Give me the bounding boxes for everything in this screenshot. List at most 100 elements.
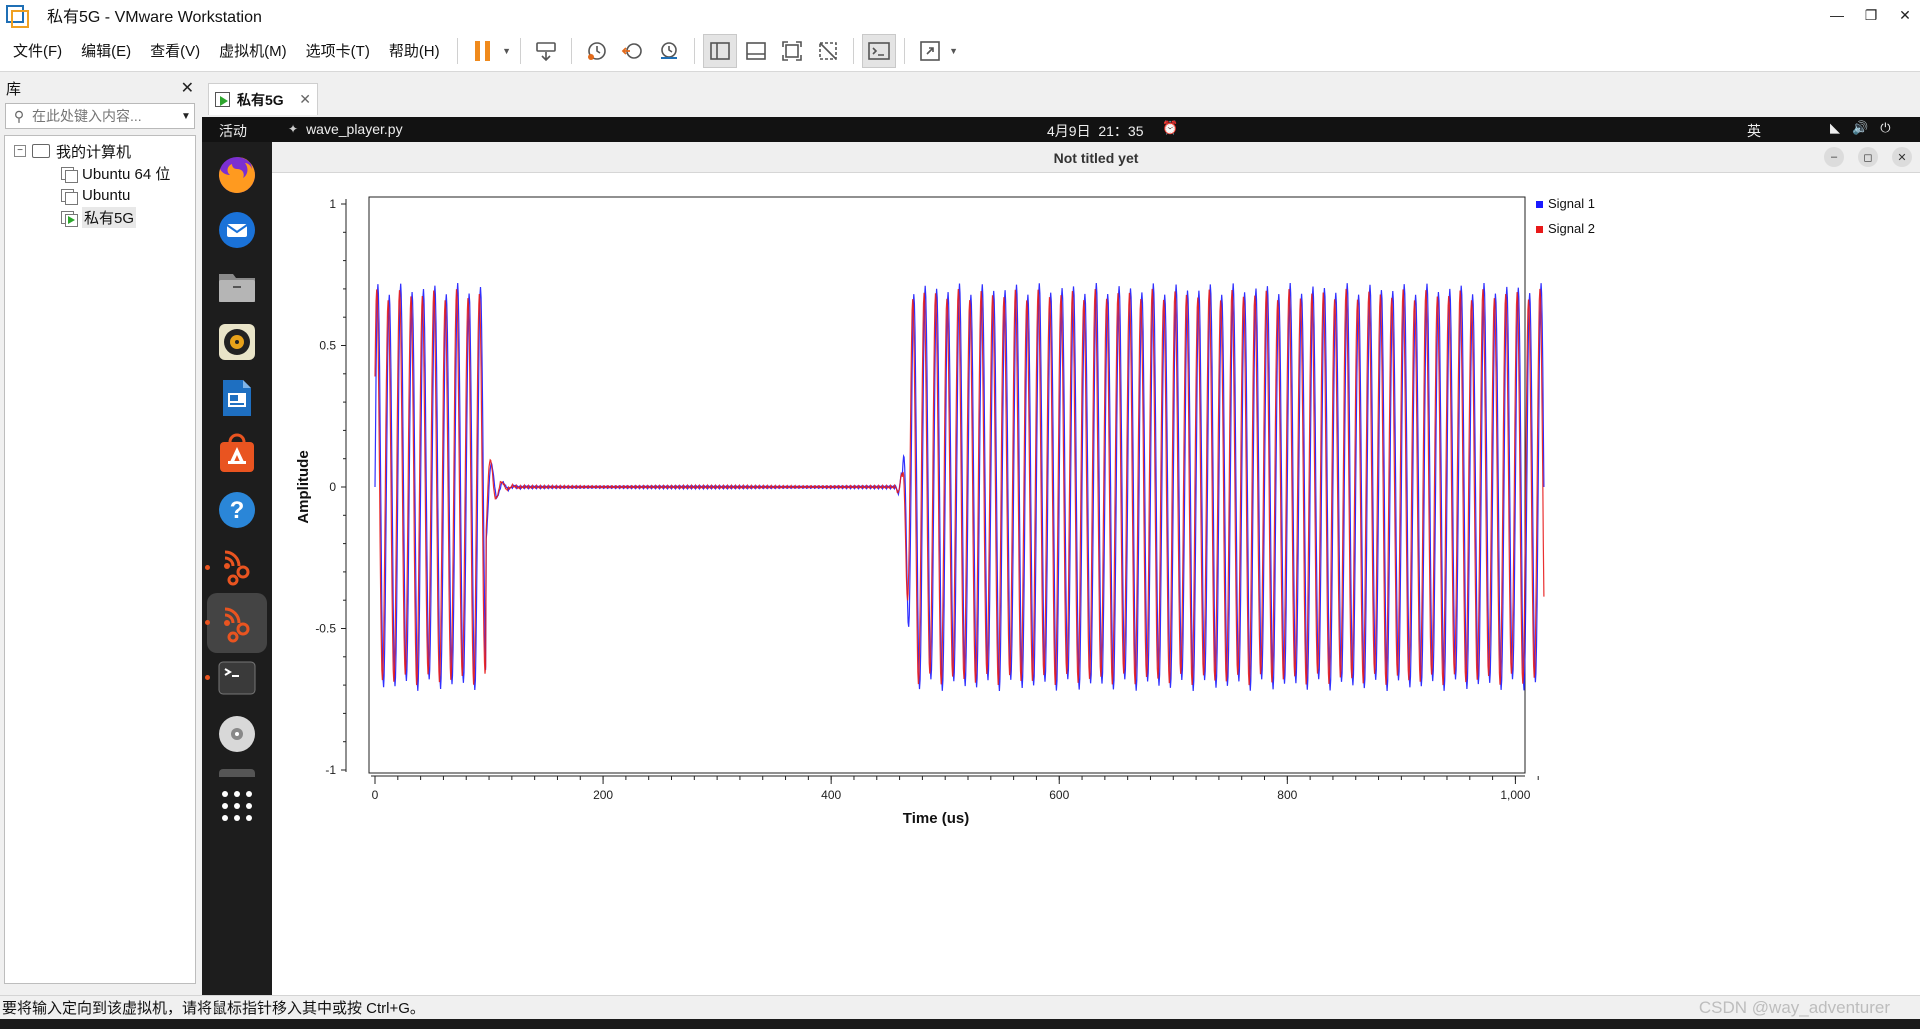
y-axis-label: Amplitude xyxy=(295,450,312,523)
dock-firefox[interactable] xyxy=(213,150,261,198)
plot-maximize-button[interactable]: ◻ xyxy=(1858,147,1878,167)
dock-rhythmbox[interactable] xyxy=(213,318,261,366)
status-bar: 要将输入定向到该虚拟机，请将鼠标指针移入其中或按 Ctrl+G。 CSDN @w… xyxy=(0,995,1920,1019)
tab-close-icon[interactable]: ✕ xyxy=(299,91,311,108)
svg-text:?: ? xyxy=(230,497,245,524)
library-view-icon xyxy=(709,41,730,60)
take-snapshot-button[interactable] xyxy=(580,34,614,68)
x-tick-label: 600 xyxy=(1049,788,1069,802)
tree-item-vm-selected[interactable]: 私有5G xyxy=(5,206,195,228)
toolbar-separator xyxy=(852,37,854,64)
dock-help[interactable]: ? xyxy=(213,486,261,534)
app-menu-icon: ✦ xyxy=(288,122,299,136)
help-icon: ? xyxy=(219,492,255,528)
dock-app-center[interactable] xyxy=(213,430,261,478)
menu-file[interactable]: 文件(F) xyxy=(6,40,69,61)
tree-item-vm[interactable]: Ubuntu 64 位 xyxy=(5,162,195,184)
dock-show-apps[interactable] xyxy=(213,782,261,830)
dock-thunderbird[interactable] xyxy=(213,206,261,254)
send-ctrl-alt-del-button[interactable] xyxy=(529,34,563,68)
signal-chart: 1 0.5 0 -0.5 -1 0 200 400 600 800 1,000 Time (us) Am… xyxy=(295,196,1595,827)
snapshot-revert-icon xyxy=(621,42,642,59)
window-controls: — ❐ ✕ xyxy=(1818,0,1920,30)
vm-icon xyxy=(61,187,78,205)
files-icon xyxy=(219,274,255,302)
stretch-icon xyxy=(919,40,940,61)
y-tick-label: 0.5 xyxy=(319,339,336,353)
library-tree: − 我的计算机 Ubuntu 64 位 Ubuntu 私有5G xyxy=(4,135,196,984)
app-menu-label: wave_player.py xyxy=(306,121,403,137)
search-dropdown-icon[interactable]: ▼ xyxy=(178,111,194,122)
tree-item-my-computer[interactable]: − 我的计算机 xyxy=(5,140,195,162)
show-apps-icon xyxy=(222,791,252,821)
show-library-button[interactable] xyxy=(702,33,737,68)
library-search: ⚲ ▼ xyxy=(5,103,195,129)
library-panel: 库 ✕ ⚲ ▼ − 我的计算机 Ubuntu 64 位 Ubuntu 私有5G xyxy=(0,73,200,995)
system-menu[interactable]: ◣ 🔊 ⏻ xyxy=(1830,120,1890,136)
unity-icon xyxy=(818,41,837,60)
dock-files[interactable] xyxy=(213,262,261,310)
plot-window-title: Not titled yet xyxy=(1053,150,1139,166)
x-tick-label: 0 xyxy=(372,788,379,802)
tree-item-label: 我的计算机 xyxy=(56,143,132,161)
vm-tab-strip: 私有5G ✕ xyxy=(204,73,1920,116)
restore-button[interactable]: ❐ xyxy=(1856,0,1886,30)
tree-item-label: Ubuntu xyxy=(82,186,131,204)
gnuradio-icon xyxy=(224,550,250,586)
dock-dvd[interactable] xyxy=(213,710,261,758)
guest-screen[interactable]: 活动 ✦ wave_player.py 4月9日 21：35 ⏰ 英 ◣ 🔊 ⏻ xyxy=(202,117,1920,995)
snapshot-manager-button[interactable] xyxy=(652,34,686,68)
pause-button[interactable] xyxy=(466,34,500,68)
close-button[interactable]: ✕ xyxy=(1890,0,1920,30)
ubuntu-dock: ? xyxy=(202,142,272,995)
legend-label-2: Signal 2 xyxy=(1548,221,1595,236)
snapshot-take-icon xyxy=(587,41,606,60)
menu-edit[interactable]: 编辑(E) xyxy=(74,40,138,61)
plot-minimize-button[interactable]: – xyxy=(1824,147,1844,167)
library-search-input[interactable] xyxy=(32,108,162,124)
dvd-icon xyxy=(219,716,255,752)
menu-vm[interactable]: 虚拟机(M) xyxy=(212,40,294,61)
dock-gnuradio-active[interactable] xyxy=(207,593,267,653)
plot-window-header[interactable]: Not titled yet – ◻ ✕ xyxy=(272,142,1920,173)
console-view-button[interactable] xyxy=(861,33,896,68)
snapshot-manager-icon xyxy=(660,41,677,59)
alarm-icon: ⏰ xyxy=(1162,120,1179,135)
power-dropdown-caret[interactable]: ▼ xyxy=(501,34,513,68)
rhythmbox-icon xyxy=(219,324,255,360)
full-screen-button[interactable] xyxy=(775,34,809,68)
clock[interactable]: 4月9日 21：35 xyxy=(1047,121,1144,141)
dock-libreoffice-writer[interactable] xyxy=(213,374,261,422)
dock-running-indicator xyxy=(205,675,210,680)
activities-button[interactable]: 活动 xyxy=(219,121,247,141)
input-method-indicator[interactable]: 英 xyxy=(1747,121,1761,141)
y-tick-label: -0.5 xyxy=(315,622,336,636)
x-axis-label: Time (us) xyxy=(903,810,969,827)
app-center-icon xyxy=(220,433,254,472)
minimize-button[interactable]: — xyxy=(1822,0,1852,30)
volume-icon: 🔊 xyxy=(1852,120,1869,135)
legend-swatch-2 xyxy=(1536,226,1543,233)
toolbar-separator xyxy=(903,37,905,64)
menu-tabs[interactable]: 选项卡(T) xyxy=(299,40,377,61)
stretch-dropdown-caret[interactable]: ▼ xyxy=(948,34,960,68)
stretch-guest-button[interactable] xyxy=(913,34,947,68)
tree-item-vm[interactable]: Ubuntu xyxy=(5,184,195,206)
dock-gnuradio[interactable] xyxy=(213,542,261,590)
revert-snapshot-button[interactable] xyxy=(616,34,650,68)
tab-vm[interactable]: 私有5G ✕ xyxy=(208,83,318,115)
x-tick-label: 800 xyxy=(1277,788,1297,802)
app-menu[interactable]: ✦ wave_player.py xyxy=(288,121,403,137)
menu-view[interactable]: 查看(V) xyxy=(143,40,207,61)
collapse-icon[interactable]: − xyxy=(14,145,26,157)
plot-close-button[interactable]: ✕ xyxy=(1892,147,1912,167)
plot-area[interactable]: 1 0.5 0 -0.5 -1 0 200 400 600 800 1,000 Time (us) Am… xyxy=(272,174,1920,995)
library-close-icon[interactable]: ✕ xyxy=(181,78,194,98)
show-thumbnail-bar-button[interactable] xyxy=(739,34,773,68)
pause-icon xyxy=(474,40,490,61)
y-tick-label: 1 xyxy=(329,197,336,211)
gnuradio-active-icon xyxy=(224,607,250,643)
dock-terminal[interactable] xyxy=(213,654,261,702)
unity-mode-button[interactable] xyxy=(811,34,845,68)
menu-help[interactable]: 帮助(H) xyxy=(382,40,447,61)
